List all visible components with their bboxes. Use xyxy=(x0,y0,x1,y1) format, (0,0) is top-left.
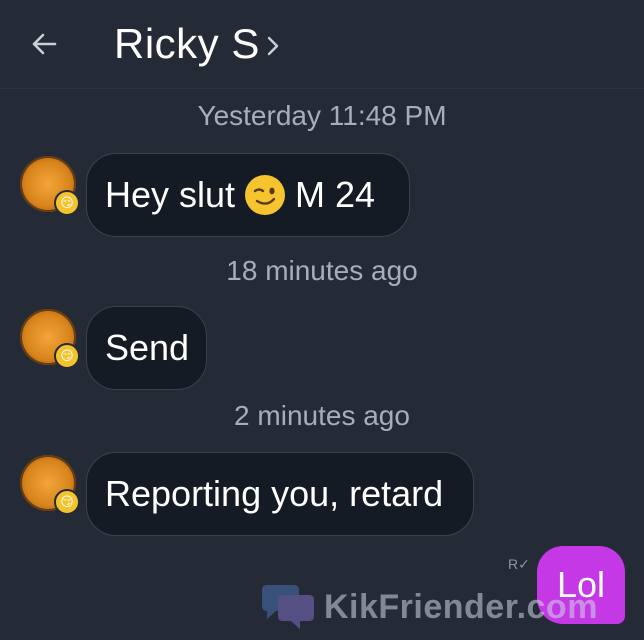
incoming-message[interactable]: Hey slut M 24 xyxy=(86,153,410,237)
check-icon: ✓ xyxy=(518,556,530,572)
contact-avatar[interactable]: 😏 xyxy=(20,309,80,369)
message-text: M 24 xyxy=(295,174,376,215)
message-text: Reporting you, retard xyxy=(105,473,444,514)
contact-title[interactable]: Ricky S xyxy=(114,18,280,70)
chat-header: Ricky S xyxy=(0,0,644,89)
incoming-message[interactable]: Reporting you, retard xyxy=(86,452,474,536)
incoming-message[interactable]: Send xyxy=(86,306,207,390)
message-text: Send xyxy=(105,327,190,368)
read-receipt: R✓ xyxy=(508,556,530,572)
timestamp: 18 minutes ago xyxy=(226,255,418,286)
winking-face-icon xyxy=(245,175,286,215)
watermark-text: KikFriender.com xyxy=(324,587,598,626)
smirk-face-icon: 😏 xyxy=(54,489,80,515)
watermark: KikFriender.com xyxy=(258,578,598,636)
message-text: Hey slut xyxy=(105,174,236,215)
contact-avatar[interactable]: 😏 xyxy=(20,455,80,515)
smirk-face-icon: 😏 xyxy=(54,190,80,216)
back-arrow-icon xyxy=(32,33,57,55)
chat-bubbles-logo-icon xyxy=(262,585,314,629)
back-button[interactable] xyxy=(22,24,66,64)
timestamp: Yesterday 11:48 PM xyxy=(197,100,447,131)
timestamp: 2 minutes ago xyxy=(234,400,410,431)
smirk-face-icon: 😏 xyxy=(54,343,80,369)
contact-name: Ricky S xyxy=(114,20,260,67)
contact-avatar[interactable]: 😏 xyxy=(20,156,80,216)
chevron-right-icon xyxy=(267,36,279,56)
